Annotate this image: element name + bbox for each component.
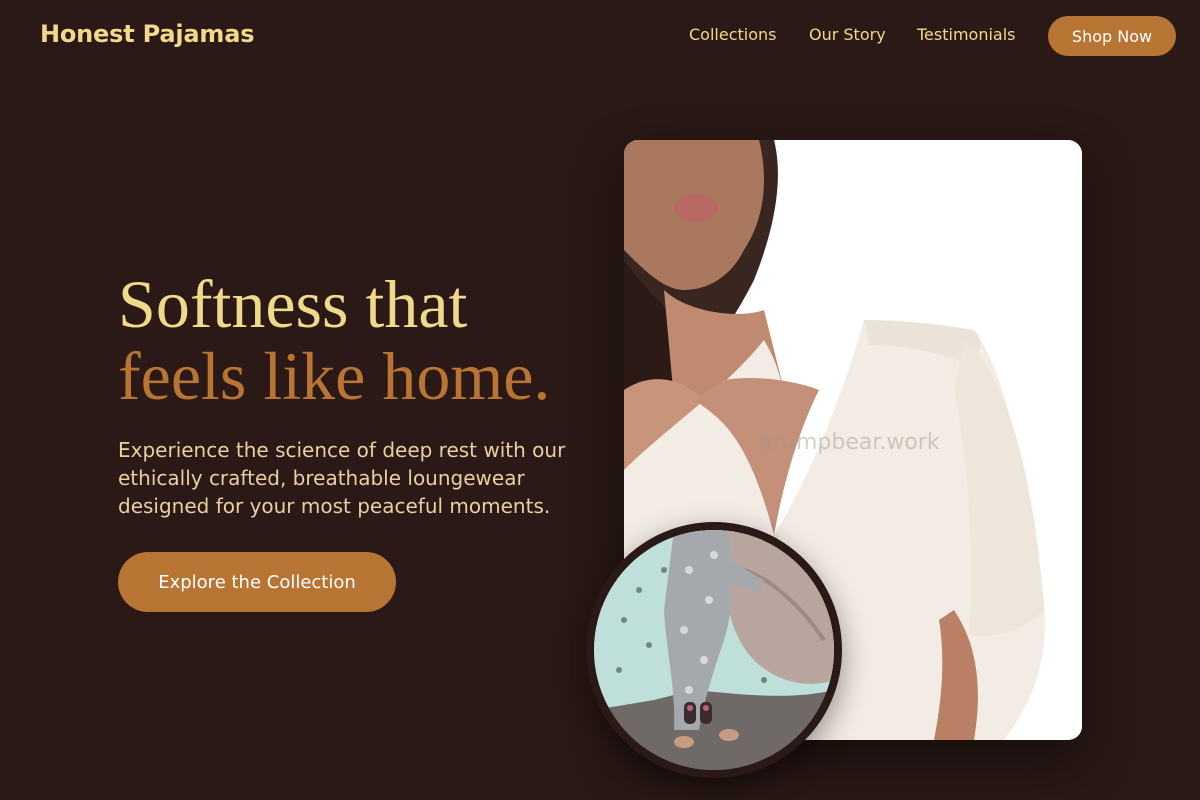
pajama-lounging-photo (594, 530, 834, 770)
hero-subtitle: Experience the science of deep rest with… (118, 438, 566, 518)
nav-link-our-story[interactable]: Our Story (809, 25, 886, 44)
hero-inset-image (586, 522, 842, 778)
nav-link-collections[interactable]: Collections (689, 25, 776, 44)
brand-logo[interactable]: Honest Pajamas (40, 20, 255, 48)
image-watermark: grumpbear.work (759, 430, 940, 455)
inset-image-frame (594, 530, 834, 770)
hero-headline-line2: feels like home. (118, 338, 551, 414)
hero-headline: Softness that feels like home. (118, 268, 550, 412)
nav-link-testimonials[interactable]: Testimonials (917, 25, 1016, 44)
hero-headline-line1: Softness that (118, 266, 468, 342)
top-nav: Honest Pajamas Collections Our Story Tes… (0, 0, 1200, 70)
shop-now-button[interactable]: Shop Now (1048, 16, 1176, 56)
explore-collection-button[interactable]: Explore the Collection (118, 552, 396, 612)
